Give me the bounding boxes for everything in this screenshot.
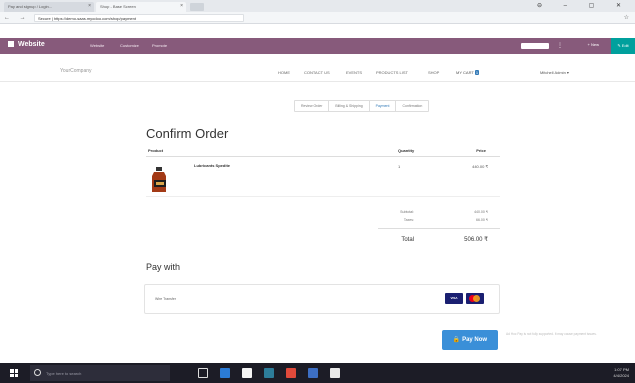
taxes-label: Taxes: [403, 218, 414, 222]
store-icon[interactable] [242, 368, 252, 378]
nav-shop[interactable]: Shop [428, 70, 439, 75]
address-bar: ← → ⟳ Secure | https://demo-saas.myodoo.… [0, 12, 635, 24]
edge-icon[interactable] [220, 368, 230, 378]
star-icon[interactable]: ☆ [624, 14, 629, 21]
user-menu[interactable]: Mitchell Admin ▾ [540, 70, 569, 75]
browser-tab-bar: Pay and signup / Login... × Shop - Base … [0, 0, 635, 12]
app-name-label: Website [18, 41, 45, 48]
nav-home[interactable]: Home [278, 70, 290, 75]
close-icon[interactable]: × [88, 3, 91, 9]
step-billing[interactable]: Billing & Shipping [329, 101, 370, 111]
taxes-value: 66.00 ₹ [476, 218, 488, 222]
product-quantity: 1 [398, 164, 401, 169]
new-tab-button[interactable] [190, 3, 204, 11]
browser-tab[interactable]: Pay and signup / Login... × [4, 2, 94, 12]
menu-website[interactable]: Website [90, 43, 104, 48]
step-payment[interactable]: Payment [370, 101, 397, 111]
nav-events[interactable]: Events [346, 70, 362, 75]
cart-label: My Cart [456, 70, 474, 75]
visa-icon: VISA [445, 293, 463, 304]
windows-start-icon[interactable] [10, 369, 18, 377]
mastercard-icon [466, 293, 484, 304]
website-header: YourCompany Home Contact us Events Produ… [0, 62, 635, 82]
menu-customize[interactable]: Customize [120, 43, 139, 48]
nav-contact[interactable]: Contact us [304, 70, 330, 75]
window-controls[interactable]: ⊖ – ▢ ✕ [537, 2, 631, 9]
nav-products[interactable]: Products List [376, 70, 408, 75]
close-icon[interactable]: × [180, 3, 183, 9]
cart-badge: 1 [474, 70, 480, 75]
search-placeholder: Type here to search [46, 371, 82, 376]
subtotal-value: 440.00 ₹ [474, 210, 488, 214]
system-tray[interactable]: 1:07 PM 4/4/2024 [613, 367, 629, 379]
new-button[interactable]: + New [588, 42, 599, 47]
total-value: 506.00 ₹ [464, 237, 488, 243]
search-input[interactable] [521, 43, 549, 49]
app-icon[interactable] [264, 368, 274, 378]
pay-now-button[interactable]: 🔒 Pay Now [442, 330, 498, 350]
site-logo[interactable]: YourCompany [60, 68, 92, 74]
payment-method-option[interactable]: Wire Transfer VISA [144, 284, 500, 314]
edit-button[interactable]: ✎ Edit [611, 38, 635, 54]
taskbar-search-input[interactable]: Type here to search [30, 365, 170, 381]
pay-with-heading: Pay with [146, 262, 181, 272]
search-icon [34, 369, 41, 376]
step-confirmation: Confirmation [402, 104, 423, 108]
subtotal-label: Subtotal: [400, 210, 414, 214]
app-icon[interactable] [308, 368, 318, 378]
page-title: Confirm Order [146, 126, 229, 141]
tab-label: Pay and signup / Login... [8, 4, 53, 9]
app-name[interactable]: Website [8, 41, 45, 48]
url-input[interactable]: Secure | https://demo-saas.myodoo.com/sh… [34, 14, 244, 22]
clock-date: 4/4/2024 [613, 373, 629, 378]
tab-label: Shop - Base Screen [100, 4, 136, 9]
nav-cart[interactable]: My Cart 1 [456, 70, 480, 75]
checkout-steps: Review Order Billing & Shipping Payment … [294, 100, 430, 112]
step-review[interactable]: Review Order [295, 101, 330, 111]
product-price: 440.00 ₹ [472, 164, 488, 169]
user-icon[interactable]: ⋮ [557, 42, 563, 49]
payment-notice: Ad Hoc Pay is not fully supported. It ma… [506, 332, 597, 336]
product-name[interactable]: Lubricants Spedite [194, 163, 230, 168]
app-icon[interactable] [286, 368, 296, 378]
taskbar: Type here to search 1:07 PM 4/4/2024 [0, 363, 635, 383]
table-row: Lubricants Spedite 1 440.00 ₹ [146, 157, 500, 197]
menu-promote[interactable]: Promote [152, 43, 167, 48]
header-product: Product [148, 148, 164, 153]
odoo-top-bar: Website Website Customize Promote ⋮ + Ne… [0, 38, 635, 54]
product-image[interactable] [150, 167, 168, 193]
total-label: Total [401, 237, 414, 243]
header-price: Price [476, 148, 486, 153]
task-view-icon[interactable] [198, 368, 208, 378]
browser-tab-active[interactable]: Shop - Base Screen × [96, 2, 186, 12]
divider [378, 228, 500, 229]
pay-now-label: Pay Now [462, 337, 488, 343]
apps-icon[interactable] [8, 41, 14, 47]
payment-method-label: Wire Transfer [155, 297, 177, 301]
header-quantity: Quantity [398, 148, 415, 153]
app-icon[interactable] [330, 368, 340, 378]
